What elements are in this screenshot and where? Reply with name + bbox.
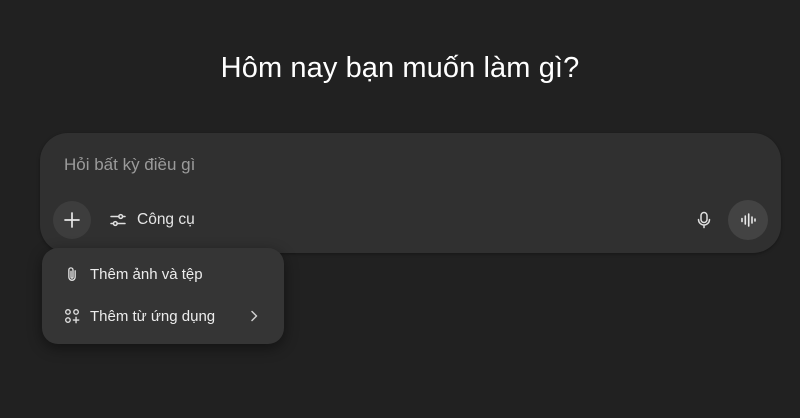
sliders-icon (110, 213, 126, 227)
waveform-icon (741, 213, 756, 227)
add-attachment-button[interactable] (53, 201, 91, 239)
menu-item-label: Thêm từ ứng dụng (90, 307, 216, 325)
tools-label: Công cụ (137, 211, 195, 228)
menu-item-label: Thêm ảnh và tệp (90, 265, 203, 283)
prompt-composer: Công cụ (40, 133, 781, 253)
chat-home: Hôm nay bạn muốn làm gì? Công cụ (0, 0, 800, 418)
apps-add-icon (62, 306, 82, 326)
dictate-button[interactable] (687, 203, 721, 237)
prompt-input[interactable] (64, 151, 664, 179)
microphone-icon (697, 211, 711, 229)
paperclip-icon (62, 264, 82, 284)
menu-item-add-from-apps[interactable]: Thêm từ ứng dụng (50, 298, 276, 334)
attachment-menu: Thêm ảnh và tệp Thêm từ ứng dụng (42, 248, 284, 344)
chevron-right-icon (246, 308, 262, 324)
tools-button[interactable]: Công cụ (102, 203, 201, 237)
page-title: Hôm nay bạn muốn làm gì? (220, 52, 580, 84)
voice-mode-button[interactable] (728, 200, 768, 240)
plus-icon (64, 212, 80, 228)
menu-item-add-photos-files[interactable]: Thêm ảnh và tệp (50, 256, 276, 292)
